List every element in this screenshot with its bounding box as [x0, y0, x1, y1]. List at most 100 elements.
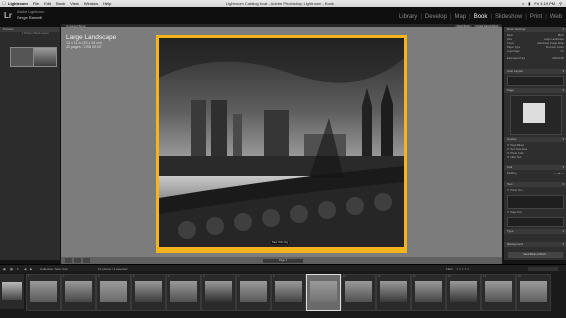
- book-page-count: 40 pages - US$ 00.00: [66, 45, 101, 49]
- filmstrip-thumbnail[interactable]: 4: [131, 274, 166, 311]
- guide-filler-text[interactable]: ☑ Filler Text: [507, 156, 564, 159]
- photo-caption[interactable]: New York City: [271, 241, 290, 244]
- filmstrip-thumbnail[interactable]: 5: [166, 274, 201, 311]
- page-label: Page: [507, 88, 515, 92]
- photo-text-options[interactable]: [507, 195, 564, 209]
- filmstrip-thumbnail[interactable]: 15: [516, 274, 551, 311]
- menu-edit[interactable]: Edit: [44, 1, 51, 6]
- page-number-bar: [159, 249, 404, 253]
- page-photo-cell[interactable]: [159, 38, 404, 247]
- cell-padding-row[interactable]: Padding ──▲──: [507, 172, 564, 175]
- filter-preset-dropdown[interactable]: [528, 266, 558, 271]
- filmstrip-thumbnail[interactable]: 8: [271, 274, 306, 311]
- book-size-title: Large Landscape: [66, 34, 117, 41]
- setting-size[interactable]: Size Large Landscape: [507, 38, 564, 41]
- preview-subtitle: 1 Photo in Book Layout: [22, 32, 49, 35]
- filmstrip-thumbnail[interactable]: 7: [236, 274, 271, 311]
- menu-file[interactable]: File: [33, 1, 39, 6]
- second-window-icon[interactable]: ▣: [3, 267, 6, 271]
- thumbnail-image: [520, 281, 547, 302]
- checkbox-icon: ☐: [507, 211, 510, 214]
- guides-header[interactable]: Guides ▾: [504, 137, 566, 142]
- apple-icon[interactable]: : [0, 1, 8, 7]
- setting-value: On: [560, 50, 564, 53]
- page-selector[interactable]: Page 1: [263, 258, 303, 263]
- text-header[interactable]: Text ▾: [504, 182, 566, 187]
- spotlight-search-icon[interactable]: ⚲: [559, 1, 562, 6]
- auto-layout-header[interactable]: Auto Layout ▾: [504, 69, 566, 74]
- page-header[interactable]: Page ▾: [504, 88, 566, 93]
- filmstrip-thumbnail[interactable]: 10: [341, 274, 376, 311]
- module-develop[interactable]: Develop: [425, 14, 447, 20]
- thumbnail-number: 14: [483, 275, 486, 278]
- filmstrip-thumbnail[interactable]: 12: [411, 274, 446, 311]
- module-slideshow[interactable]: Slideshow: [495, 14, 522, 20]
- thumbnail-image: [2, 282, 22, 300]
- menu-help[interactable]: Help: [103, 1, 111, 6]
- thumbnail-number: 5: [168, 275, 170, 278]
- auto-layout-label: Auto Layout: [507, 69, 524, 73]
- page-layout-template[interactable]: [523, 103, 545, 123]
- filmstrip-thumbnail[interactable]: 11: [376, 274, 411, 311]
- spread-view-button[interactable]: [74, 258, 81, 263]
- mac-menubar:  Lightroom File Edit Book View Window H…: [0, 0, 566, 7]
- page-text-options[interactable]: [507, 217, 564, 227]
- filmstrip-thumbnail[interactable]: 14: [481, 274, 516, 311]
- filmstrip-thumbnail[interactable]: 13: [446, 274, 481, 311]
- module-book[interactable]: Book: [474, 14, 488, 20]
- thumbnail-image: [345, 281, 372, 302]
- single-page-view-button[interactable]: [83, 258, 90, 263]
- setting-logo-page[interactable]: Logo Page On: [507, 50, 564, 53]
- setting-value: Blurb: [557, 34, 564, 37]
- module-library[interactable]: Library: [399, 14, 417, 20]
- setting-value: Premium Lustre: [545, 46, 564, 49]
- forward-arrow-icon[interactable]: ▶: [30, 267, 32, 271]
- battery-icon[interactable]: ▮: [528, 1, 530, 6]
- lightroom-logo: Lr: [4, 11, 12, 20]
- send-book-to-blurb-button[interactable]: Send Book to Blurb...: [508, 252, 563, 258]
- guide-page-bleed[interactable]: ☑ Page Bleed: [507, 144, 564, 147]
- menu-view[interactable]: View: [70, 1, 79, 6]
- guide-label: Text Safe Area: [510, 148, 528, 151]
- setting-paper-type[interactable]: Paper Type Premium Lustre: [507, 46, 564, 49]
- cell-label: Cell: [507, 165, 513, 169]
- setting-cover[interactable]: Cover Hardcover Image Wrap: [507, 42, 564, 45]
- thumbnail-number: 15: [518, 275, 521, 278]
- back-arrow-icon[interactable]: ◀: [24, 267, 26, 271]
- module-print[interactable]: Print: [530, 14, 542, 20]
- filmstrip-source[interactable]: Collection: New York: [40, 267, 68, 271]
- filmstrip-thumbnail[interactable]: 1: [26, 274, 61, 311]
- rating-stars[interactable]: ★★★★★: [456, 267, 469, 271]
- cell-header[interactable]: Cell ▾: [504, 165, 566, 170]
- wifi-icon[interactable]: ≈: [522, 1, 524, 6]
- filmstrip-partial-thumbnail[interactable]: [0, 274, 24, 309]
- thumbnail-image: [170, 281, 197, 302]
- guide-photo-cells[interactable]: ☑ Photo Cells: [507, 152, 564, 155]
- book-settings-header[interactable]: Book Settings ▾: [504, 27, 566, 32]
- photo-text-toggle[interactable]: ☐ Photo Text: [507, 189, 564, 192]
- background-header[interactable]: Background ▾: [504, 242, 566, 247]
- filmstrip-thumbnail[interactable]: 9: [306, 274, 341, 311]
- setting-book[interactable]: Book Blurb: [507, 34, 564, 37]
- page-text-label: Page Text: [510, 211, 522, 214]
- grid-icon[interactable]: ▦: [10, 267, 13, 271]
- padding-slider[interactable]: ──▲──: [554, 172, 564, 175]
- menu-book[interactable]: Book: [56, 1, 65, 6]
- filmstrip-thumbnail[interactable]: 6: [201, 274, 236, 311]
- thumbnail-image: [450, 281, 477, 302]
- page-text-toggle[interactable]: ☐ Page Text: [507, 211, 564, 214]
- auto-layout-controls[interactable]: [507, 76, 564, 86]
- multi-page-view-button[interactable]: [65, 258, 72, 263]
- type-header[interactable]: Type ▾: [504, 229, 566, 234]
- clock[interactable]: Fri 1:19 PM: [534, 1, 555, 6]
- module-web[interactable]: Web: [550, 14, 562, 20]
- preview-page-left: [10, 47, 34, 67]
- filmstrip-thumbnail[interactable]: 3: [96, 274, 131, 311]
- menu-window[interactable]: Window: [84, 1, 98, 6]
- menu-app-name[interactable]: Lightroom: [8, 1, 28, 6]
- collapse-icon: ▾: [562, 242, 564, 246]
- setting-label: Estimated Price: [507, 57, 526, 60]
- filmstrip-thumbnail[interactable]: 2: [61, 274, 96, 311]
- guide-text-safe-area[interactable]: ☑ Text Safe Area: [507, 148, 564, 151]
- module-map[interactable]: Map: [454, 14, 466, 20]
